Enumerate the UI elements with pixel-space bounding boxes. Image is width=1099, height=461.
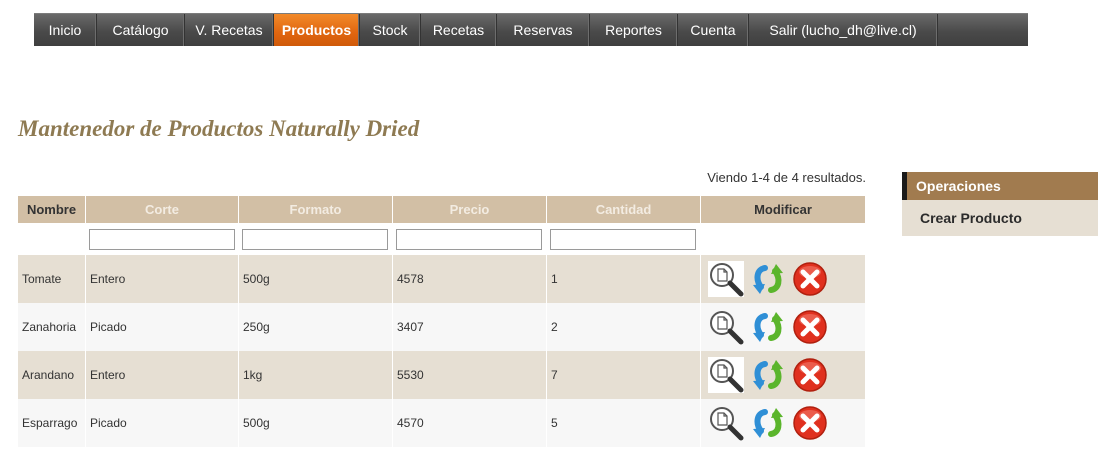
update-icon[interactable]: [749, 260, 787, 298]
column-header-cantidad[interactable]: Cantidad: [547, 196, 701, 223]
filter-cell: [547, 223, 701, 255]
column-header-modificar: Modificar: [701, 196, 866, 223]
delete-icon[interactable]: [791, 308, 829, 346]
filter-input-formato[interactable]: [242, 228, 388, 250]
filter-input-corte[interactable]: [89, 228, 235, 250]
nav-item-stock[interactable]: Stock: [360, 14, 421, 46]
filter-cell-empty: [18, 223, 86, 255]
cell-cantidad: 7: [547, 351, 701, 399]
nav-item-v-recetas[interactable]: V. Recetas: [185, 14, 274, 46]
create-product-link[interactable]: Crear Producto: [902, 200, 1098, 236]
filter-cell: [239, 223, 393, 255]
column-header-precio[interactable]: Precio: [393, 196, 547, 223]
filter-input-cantidad[interactable]: [550, 228, 696, 250]
filter-row: [18, 223, 866, 255]
cell-precio: 3407: [393, 303, 547, 351]
table-row: Tomate Entero 500g 4578 1: [18, 255, 866, 303]
nav-item-reportes[interactable]: Reportes: [590, 14, 678, 46]
cell-actions: [701, 351, 866, 399]
cell-actions: [701, 303, 866, 351]
row-actions: [705, 356, 865, 394]
nav-item-catalogo[interactable]: Catálogo: [97, 14, 185, 46]
cell-corte: Entero: [86, 351, 239, 399]
table-row: Esparrago Picado 500g 4570 5: [18, 399, 866, 447]
cell-cantidad: 2: [547, 303, 701, 351]
cell-nombre: Zanahoria: [18, 303, 86, 351]
cell-nombre: Esparrago: [18, 399, 86, 447]
nav-item-recetas[interactable]: Recetas: [421, 14, 497, 46]
row-actions: [705, 260, 865, 298]
table-row: Zanahoria Picado 250g 3407 2: [18, 303, 866, 351]
cell-formato: 500g: [239, 399, 393, 447]
cell-corte: Picado: [86, 303, 239, 351]
nav-item-cuenta[interactable]: Cuenta: [678, 14, 749, 46]
operations-sidebar: Operaciones Crear Producto: [902, 172, 1098, 236]
update-icon[interactable]: [749, 356, 787, 394]
results-summary: Viendo 1-4 de 4 resultados.: [707, 170, 866, 185]
filter-input-precio[interactable]: [396, 228, 542, 250]
column-header-corte[interactable]: Corte: [86, 196, 239, 223]
page-title: Mantenedor de Productos Naturally Dried: [18, 116, 420, 141]
cell-cantidad: 5: [547, 399, 701, 447]
table-row: Arandano Entero 1kg 5530 7: [18, 351, 866, 399]
cell-nombre: Arandano: [18, 351, 86, 399]
cell-nombre: Tomate: [18, 255, 86, 303]
row-actions: [705, 404, 865, 442]
delete-icon[interactable]: [791, 260, 829, 298]
top-bar: Inicio Catálogo V. Recetas Productos Sto…: [0, 0, 1099, 46]
delete-icon[interactable]: [791, 356, 829, 394]
delete-icon[interactable]: [791, 404, 829, 442]
main-menu: Inicio Catálogo V. Recetas Productos Sto…: [34, 13, 1028, 46]
nav-item-productos[interactable]: Productos: [274, 14, 360, 46]
filter-cell: [86, 223, 239, 255]
view-icon[interactable]: [707, 356, 745, 394]
column-header-nombre[interactable]: Nombre: [18, 196, 86, 223]
view-icon[interactable]: [707, 260, 745, 298]
cell-formato: 250g: [239, 303, 393, 351]
view-icon[interactable]: [707, 404, 745, 442]
cell-corte: Entero: [86, 255, 239, 303]
table-header-row: Nombre Corte Formato Precio Cantidad Mod…: [18, 196, 866, 223]
menu-filler: [938, 14, 1028, 46]
column-header-formato[interactable]: Formato: [239, 196, 393, 223]
cell-actions: [701, 255, 866, 303]
nav-item-inicio[interactable]: Inicio: [34, 14, 97, 46]
row-actions: [705, 308, 865, 346]
cell-precio: 4578: [393, 255, 547, 303]
nav-item-reservas[interactable]: Reservas: [497, 14, 590, 46]
cell-actions: [701, 399, 866, 447]
cell-corte: Picado: [86, 399, 239, 447]
products-table: Nombre Corte Formato Precio Cantidad Mod…: [18, 196, 866, 447]
cell-cantidad: 1: [547, 255, 701, 303]
update-icon[interactable]: [749, 404, 787, 442]
filter-cell: [393, 223, 547, 255]
filter-cell-empty: [701, 223, 866, 255]
view-icon[interactable]: [707, 308, 745, 346]
cell-formato: 500g: [239, 255, 393, 303]
nav-item-salir[interactable]: Salir (lucho_dh@live.cl): [749, 14, 938, 46]
operations-heading: Operaciones: [902, 172, 1098, 200]
cell-formato: 1kg: [239, 351, 393, 399]
cell-precio: 4570: [393, 399, 547, 447]
cell-precio: 5530: [393, 351, 547, 399]
update-icon[interactable]: [749, 308, 787, 346]
